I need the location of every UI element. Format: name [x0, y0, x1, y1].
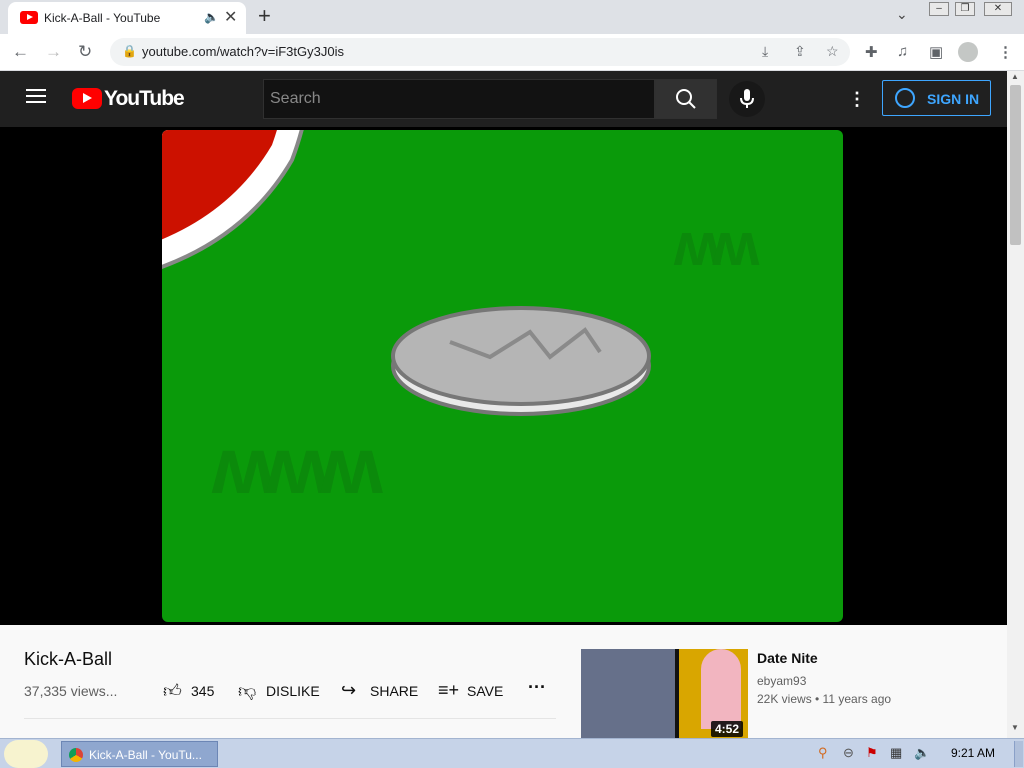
- thumbnail-scene-left: [581, 649, 675, 738]
- watermelon-slice-graphic: [162, 130, 304, 269]
- url-text[interactable]: youtube.com/watch?v=iF3tGy3J0is: [142, 44, 344, 59]
- related-video-meta: 22K views • 11 years ago: [757, 692, 892, 706]
- minimize-button[interactable]: –: [929, 2, 949, 16]
- audio-playing-icon[interactable]: 🔈: [204, 10, 219, 24]
- lock-icon[interactable]: 🔒: [122, 44, 137, 58]
- forward-arrow-icon[interactable]: →: [45, 42, 62, 62]
- voice-search-button[interactable]: [729, 81, 765, 117]
- reload-icon[interactable]: ↻: [78, 42, 92, 62]
- network-icon[interactable]: ▦: [890, 745, 902, 761]
- youtube-wordmark[interactable]: YouTube: [104, 87, 185, 111]
- taskbar: Kick-A-Ball - YouTu... ⚲ ⊖ ⚑ ▦ 🔈 9:21 AM: [0, 738, 1024, 768]
- like-count[interactable]: 345: [191, 683, 214, 699]
- sign-in-button[interactable]: SIGN IN: [882, 80, 991, 116]
- show-desktop-button[interactable]: [1014, 741, 1023, 767]
- scroll-down-arrow-icon[interactable]: ▼: [1011, 723, 1019, 732]
- youtube-masthead: YouTube ⋮ SIGN IN: [0, 71, 1007, 127]
- tab-title: Kick-A-Ball - YouTube: [44, 11, 161, 25]
- taskbar-chrome-window[interactable]: Kick-A-Ball - YouTu...: [61, 741, 218, 767]
- scroll-up-arrow-icon[interactable]: ▲: [1011, 72, 1019, 81]
- hamburger-menu-icon[interactable]: [26, 89, 46, 103]
- new-tab-button[interactable]: +: [258, 3, 271, 29]
- extensions-puzzle-icon[interactable]: ✚: [865, 43, 878, 61]
- browser-tab-strip: Kick-A-Ball - YouTube 🔈 ✕ + ⌄ – ❐ ✕: [0, 0, 1024, 34]
- page-scrollbar[interactable]: ▲ ▼: [1007, 71, 1024, 738]
- browser-toolbar: ← → ↻ 🔒 youtube.com/watch?v=iF3tGy3J0is …: [0, 34, 1024, 71]
- tab-search-chevron-icon[interactable]: ⌄: [896, 6, 908, 23]
- video-info-section: Kick-A-Ball 37,335 views... 👍︎ 345 👎︎ DI…: [0, 625, 1007, 738]
- save-button[interactable]: SAVE: [467, 683, 503, 699]
- tab-close-icon[interactable]: ✕: [224, 7, 237, 27]
- back-arrow-icon[interactable]: ←: [12, 42, 29, 62]
- related-video-channel[interactable]: ebyam93: [757, 674, 806, 688]
- search-box[interactable]: [263, 79, 655, 119]
- close-window-button[interactable]: ✕: [984, 2, 1012, 16]
- account-icon: [895, 88, 915, 108]
- bookmark-star-icon[interactable]: ☆: [826, 43, 839, 60]
- more-actions-icon[interactable]: ···: [528, 677, 546, 698]
- search-tray-icon[interactable]: ⚲: [818, 745, 828, 761]
- save-playlist-icon[interactable]: ≡+: [438, 680, 459, 701]
- scrollbar-thumb[interactable]: [1010, 85, 1021, 245]
- youtube-favicon-icon: [20, 11, 38, 24]
- related-video-title[interactable]: Date Nite: [757, 650, 818, 666]
- flag-alert-icon[interactable]: ⚑: [866, 745, 878, 761]
- restore-button[interactable]: ❐: [955, 2, 975, 16]
- youtube-logo-icon[interactable]: [72, 88, 102, 109]
- tray-status-icon[interactable]: ⊖: [843, 745, 854, 761]
- side-panel-icon[interactable]: ▣: [929, 43, 943, 61]
- grass-tuft-graphic: ʍʍʍ: [212, 421, 383, 510]
- dislike-thumb-icon[interactable]: 👎︎: [238, 680, 256, 702]
- like-thumb-icon[interactable]: 👍︎: [163, 680, 182, 702]
- cartoon-character-graphic: [701, 649, 741, 729]
- video-frame[interactable]: ʍʍ ʍʍʍ: [162, 130, 843, 622]
- divider: [24, 718, 556, 719]
- taskbar-window-label: Kick-A-Ball - YouTu...: [89, 748, 202, 762]
- related-video-thumbnail[interactable]: 4:52: [581, 649, 748, 738]
- browser-menu-icon[interactable]: ⋮: [998, 43, 1013, 61]
- video-duration-badge: 4:52: [711, 721, 744, 737]
- dislike-button[interactable]: DISLIKE: [266, 683, 320, 699]
- browser-tab[interactable]: Kick-A-Ball - YouTube 🔈 ✕: [8, 2, 246, 34]
- video-title: Kick-A-Ball: [24, 649, 113, 669]
- volume-icon[interactable]: 🔈: [914, 745, 930, 761]
- view-count[interactable]: 37,335 views...: [24, 683, 117, 699]
- sign-in-label: SIGN IN: [927, 91, 980, 107]
- chrome-icon: [69, 748, 83, 762]
- coin-graphic: [391, 306, 651, 416]
- share-page-icon[interactable]: ⇪: [794, 43, 806, 60]
- share-arrow-icon[interactable]: ↪: [341, 680, 356, 701]
- video-player[interactable]: ʍʍ ʍʍʍ: [0, 127, 1007, 625]
- address-bar[interactable]: 🔒 youtube.com/watch?v=iF3tGy3J0is ⤓ ⇪ ☆: [110, 38, 850, 66]
- share-button[interactable]: SHARE: [370, 683, 418, 699]
- install-app-icon[interactable]: ⤓: [762, 43, 768, 60]
- start-button[interactable]: [4, 740, 48, 768]
- microphone-icon: [740, 89, 754, 108]
- search-input[interactable]: [264, 80, 654, 118]
- search-icon: [676, 89, 696, 109]
- clock[interactable]: 9:21 AM: [951, 746, 995, 760]
- profile-avatar-icon[interactable]: [958, 42, 978, 62]
- search-button[interactable]: [655, 79, 717, 119]
- media-control-icon[interactable]: ♫: [897, 43, 908, 60]
- settings-kebab-icon[interactable]: ⋮: [848, 89, 866, 110]
- grass-tuft-graphic: ʍʍ: [674, 211, 759, 278]
